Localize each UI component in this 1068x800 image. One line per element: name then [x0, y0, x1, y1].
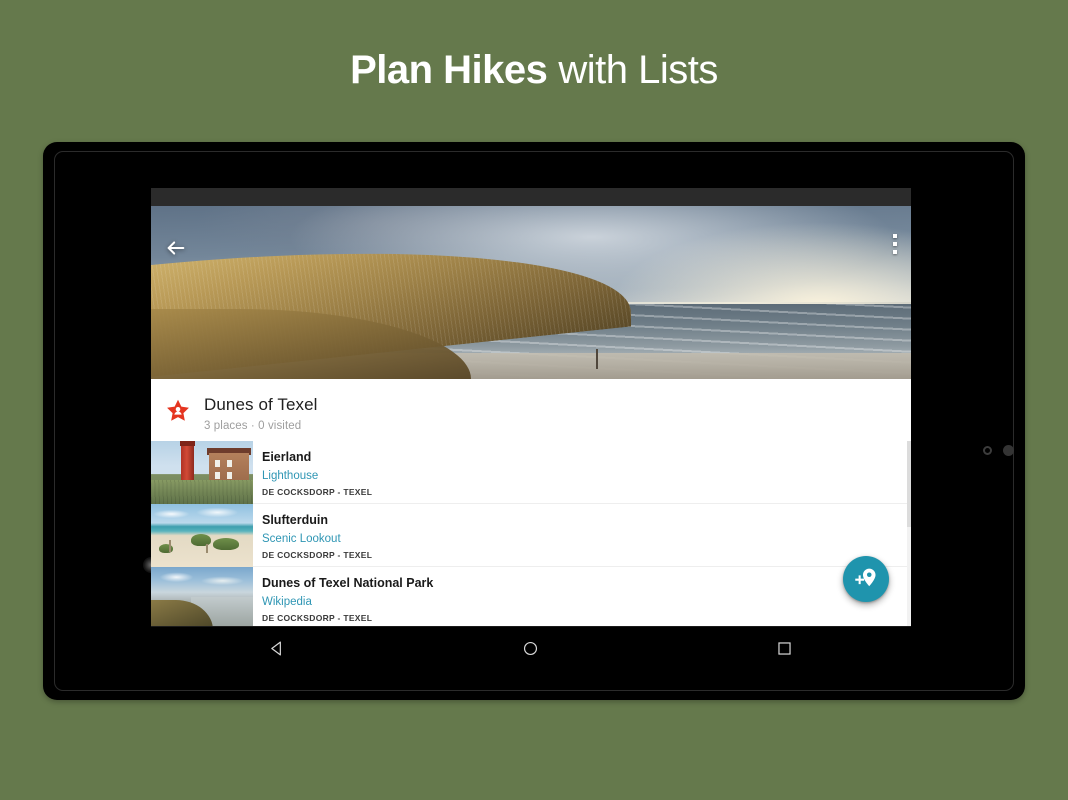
place-location: DE COCKSDORP - TEXEL — [262, 613, 373, 623]
more-vertical-icon[interactable] — [893, 234, 897, 254]
sensor-dot-icon-1 — [983, 446, 992, 455]
list-item[interactable]: Eierland Lighthouse DE COCKSDORP - TEXEL — [151, 441, 911, 504]
list-item-info: Dunes of Texel National Park Wikipedia D… — [253, 567, 911, 629]
device-screen: Dunes of Texel 3 places · 0 visited Eier… — [151, 188, 911, 669]
list-card: Dunes of Texel 3 places · 0 visited Eier… — [151, 379, 911, 630]
arrow-left-icon[interactable] — [165, 237, 187, 259]
nav-home-button[interactable] — [501, 627, 561, 670]
add-place-pin-icon — [855, 568, 876, 587]
recents-square-icon — [778, 641, 791, 655]
status-bar — [151, 188, 911, 206]
list-item[interactable]: Slufterduin Scenic Lookout DE COCKSDORP … — [151, 504, 911, 567]
page-title-bold: Plan Hikes — [350, 47, 548, 92]
list-header-text: Dunes of Texel 3 places · 0 visited — [199, 395, 318, 432]
places-list[interactable]: Eierland Lighthouse DE COCKSDORP - TEXEL — [151, 441, 911, 630]
place-name: Eierland — [262, 450, 312, 464]
hero-header-image — [151, 206, 911, 379]
list-title: Dunes of Texel — [204, 395, 318, 414]
list-item-info: Slufterduin Scenic Lookout DE COCKSDORP … — [253, 504, 911, 566]
place-category-link[interactable]: Scenic Lookout — [262, 532, 901, 546]
nav-recents-button[interactable] — [754, 627, 814, 670]
tablet-device-frame: Dunes of Texel 3 places · 0 visited Eier… — [43, 142, 1025, 700]
page-title: Plan Hikes with Lists — [0, 0, 1068, 140]
place-name: Dunes of Texel National Park — [262, 576, 434, 590]
place-location: DE COCKSDORP - TEXEL — [262, 550, 373, 560]
list-header: Dunes of Texel 3 places · 0 visited — [151, 379, 911, 441]
back-triangle-icon — [271, 641, 282, 655]
page-title-light: with Lists — [558, 47, 718, 92]
list-item-info: Eierland Lighthouse DE COCKSDORP - TEXEL — [253, 441, 911, 503]
place-name: Slufterduin — [262, 513, 328, 527]
place-category-link[interactable]: Wikipedia — [262, 595, 901, 609]
list-subtitle: 3 places · 0 visited — [204, 420, 302, 432]
android-navigation-bar — [151, 626, 911, 669]
place-location: DE COCKSDORP - TEXEL — [262, 487, 373, 497]
list-scrollbar-track[interactable] — [907, 441, 911, 630]
star-icon-wrapper — [165, 395, 199, 424]
starred-place-icon — [167, 399, 189, 421]
coast-overview-thumbnail — [151, 567, 253, 630]
place-category-link[interactable]: Lighthouse — [262, 469, 901, 483]
list-item[interactable]: Dunes of Texel National Park Wikipedia D… — [151, 567, 911, 630]
list-scrollbar-thumb[interactable] — [907, 441, 911, 527]
beach-dunes-thumbnail — [151, 504, 253, 567]
nav-back-button[interactable] — [248, 627, 308, 670]
lighthouse-thumbnail — [151, 441, 253, 504]
add-place-fab[interactable] — [843, 556, 889, 602]
sensor-dot-icon-2 — [1003, 445, 1014, 456]
hero-beach-post — [596, 349, 598, 369]
home-circle-icon — [524, 641, 538, 655]
